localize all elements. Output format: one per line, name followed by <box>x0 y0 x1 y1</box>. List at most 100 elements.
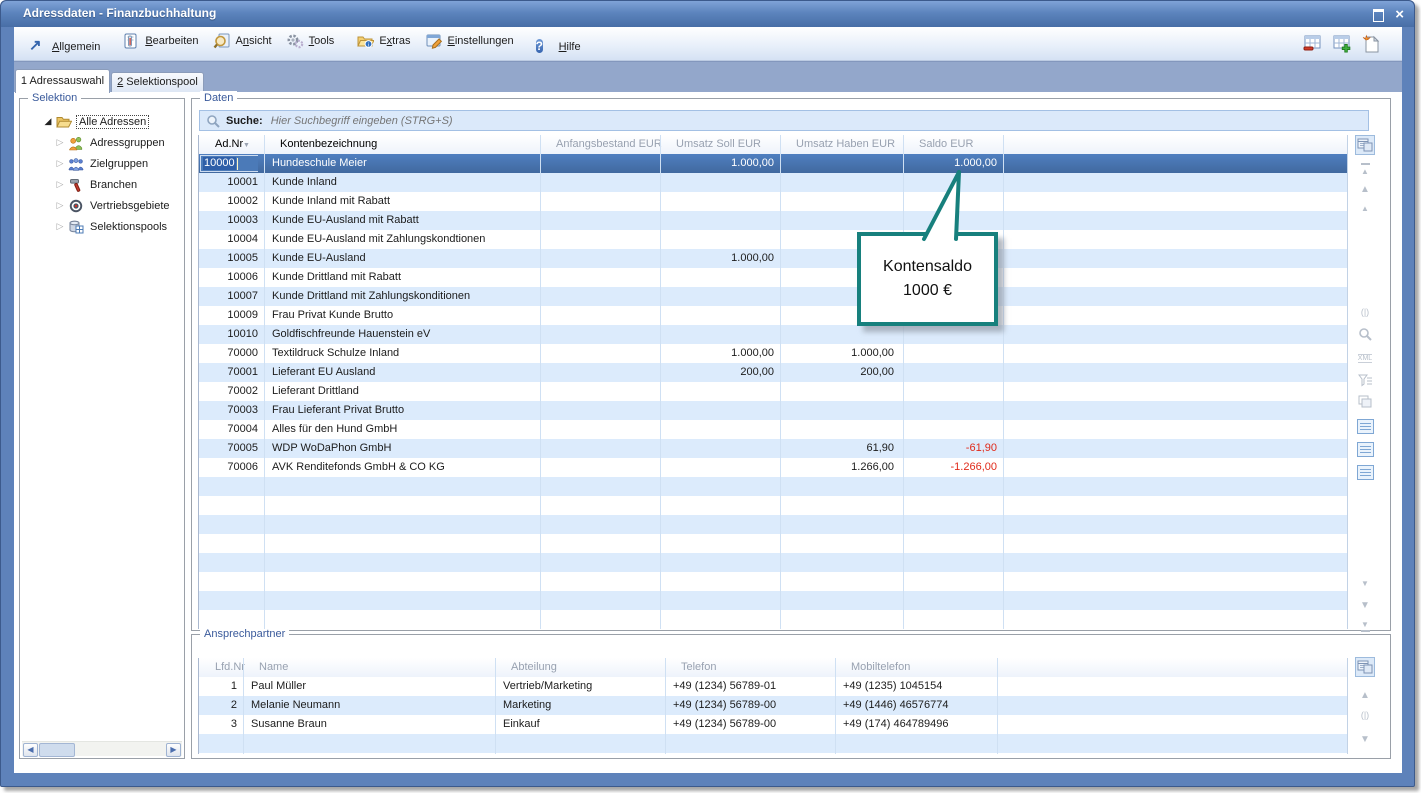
search-zoom-icon[interactable] <box>1355 324 1375 344</box>
column-header-mobiltelefon[interactable]: Mobiltelefon <box>843 658 999 677</box>
group-brackets-icon[interactable]: (|) <box>1355 302 1375 322</box>
contacts-row[interactable]: 1Paul MüllerVertrieb/Marketing+49 (1234)… <box>199 677 1347 696</box>
close-window-button[interactable]: × <box>1395 8 1404 21</box>
tree-item-vertriebsgebiete[interactable]: ▷Vertriebsgebiete <box>20 195 182 216</box>
accounts-row[interactable]: 10010Goldfischfreunde Hauenstein eV <box>199 325 1347 344</box>
collapsed-node-icon[interactable]: ▷ <box>54 200 66 211</box>
menu-einstellungen[interactable]: Einstellungen <box>418 29 521 53</box>
column-separator[interactable] <box>780 135 781 629</box>
layout-view-1-icon[interactable] <box>1355 416 1375 436</box>
collapsed-node-icon[interactable]: ▷ <box>54 137 66 148</box>
collapsed-node-icon[interactable]: ▷ <box>54 158 66 169</box>
accounts-row[interactable]: 70004Alles für den Hund GmbH <box>199 420 1347 439</box>
scroll-prev-icon[interactable]: ▲ <box>1355 198 1375 218</box>
column-header-[interactable] <box>1005 658 1348 677</box>
column-separator[interactable] <box>540 135 541 629</box>
tree-item-zielgruppen[interactable]: ▷Zielgruppen <box>20 153 182 174</box>
column-header-umsatz-soll-eur[interactable]: Umsatz Soll EUR <box>668 135 782 154</box>
scroll-right-icon[interactable]: ▶ <box>166 743 181 757</box>
daten-group-title: Daten <box>200 91 237 105</box>
menu-label: Allgemein <box>52 41 100 53</box>
accounts-row[interactable]: 10005Kunde EU-Ausland1.000,00 <box>199 249 1347 268</box>
accounts-cell-haben <box>780 401 894 420</box>
collapsed-node-icon[interactable]: ▷ <box>54 221 66 232</box>
column-chooser-icon[interactable] <box>1355 657 1375 677</box>
scroll-down-icon[interactable]: ▼ <box>1355 729 1375 749</box>
column-header-[interactable] <box>1011 135 1348 154</box>
tab-adressauswahl[interactable]: 1 Adressauswahl <box>15 69 110 93</box>
accounts-row[interactable]: 10002Kunde Inland mit Rabatt <box>199 192 1347 211</box>
menu-allgemein[interactable]: ↗Allgemein <box>22 35 107 59</box>
xml-icon[interactable]: XML <box>1355 348 1375 368</box>
accounts-row[interactable]: 10004Kunde EU-Ausland mit Zahlungskondti… <box>199 230 1347 249</box>
accounts-row[interactable]: 10007Kunde Drittland mit Zahlungskonditi… <box>199 287 1347 306</box>
contacts-row[interactable]: 3Susanne BraunEinkauf+49 (1234) 56789-00… <box>199 715 1347 734</box>
column-separator[interactable] <box>495 658 496 754</box>
column-header-umsatz-haben-eur[interactable]: Umsatz Haben EUR <box>788 135 902 154</box>
column-header-name[interactable]: Name <box>251 658 495 677</box>
filter-icon[interactable] <box>1355 370 1375 390</box>
contacts-row[interactable]: 2Melanie NeumannMarketing+49 (1234) 5678… <box>199 696 1347 715</box>
scroll-first-icon[interactable]: ▲ <box>1355 159 1375 179</box>
tree-item-alle-adressen[interactable]: ◢Alle Adressen <box>20 111 182 132</box>
table-remove-icon[interactable] <box>1302 33 1324 55</box>
accounts-row[interactable]: 10006Kunde Drittland mit Rabatt <box>199 268 1347 287</box>
column-header-saldo-eur[interactable]: Saldo EUR <box>911 135 1009 154</box>
new-page-icon[interactable] <box>1360 33 1382 55</box>
tree-horizontal-scrollbar[interactable]: ◀ ▶ <box>22 741 182 756</box>
column-separator[interactable] <box>665 658 666 754</box>
tree-item-selektionspools[interactable]: ▷Selektionspools <box>20 216 182 237</box>
column-separator[interactable] <box>997 658 998 754</box>
accounts-row[interactable]: 70005WDP WoDaPhon GmbH61,90-61,90 <box>199 439 1347 458</box>
accounts-row[interactable]: 10009Frau Privat Kunde Brutto <box>199 306 1347 325</box>
scroll-up-icon[interactable]: ▲ <box>1355 685 1375 705</box>
accounts-row[interactable]: 10000Hundeschule Meier1.000,001.000,00 <box>199 154 1347 173</box>
column-separator[interactable] <box>903 135 904 629</box>
restore-window-button[interactable] <box>1371 8 1386 21</box>
column-chooser-icon[interactable] <box>1355 135 1375 155</box>
accounts-row[interactable]: 10001Kunde Inland <box>199 173 1347 192</box>
scroll-up-icon[interactable]: ▲ <box>1355 179 1375 199</box>
scroll-left-icon[interactable]: ◀ <box>23 743 38 757</box>
collapsed-node-icon[interactable]: ▷ <box>54 179 66 190</box>
layout-view-3-icon[interactable] <box>1355 462 1375 482</box>
title-bar[interactable]: Adressdaten - Finanzbuchhaltung × <box>1 1 1414 27</box>
menu-ansicht[interactable]: Ansicht <box>206 29 279 53</box>
accounts-row[interactable]: 70001Lieferant EU Ausland200,00200,00 <box>199 363 1347 382</box>
accounts-row[interactable]: 70006AVK Renditefonds GmbH & CO KG1.266,… <box>199 458 1347 477</box>
menu-extras[interactable]: iExtras <box>349 29 417 53</box>
expanded-node-icon[interactable]: ◢ <box>42 116 54 127</box>
copy-rows-icon[interactable] <box>1355 392 1375 412</box>
accounts-row[interactable]: 70000Textildruck Schulze Inland1.000,001… <box>199 344 1347 363</box>
inline-cell-editor[interactable]: 10000 <box>200 155 258 172</box>
column-header-lfd-nr-[interactable]: Lfd.Nr. <box>207 658 245 677</box>
group-brackets-icon[interactable]: (|) <box>1355 705 1375 725</box>
column-header-ad-nr[interactable]: Ad.Nr <box>207 135 265 154</box>
scrollbar-thumb[interactable] <box>39 743 75 757</box>
column-header-telefon[interactable]: Telefon <box>673 658 837 677</box>
column-separator[interactable] <box>243 658 244 754</box>
scroll-last-icon[interactable]: ▼ <box>1355 615 1375 635</box>
accounts-row[interactable]: 70003Frau Lieferant Privat Brutto <box>199 401 1347 420</box>
accounts-row[interactable]: 10003Kunde EU-Ausland mit Rabatt <box>199 211 1347 230</box>
menu-bearbeiten[interactable]: Bearbeiten <box>115 29 205 53</box>
search-input[interactable] <box>269 114 1362 128</box>
menu-hilfe[interactable]: ?Hilfe <box>529 35 588 59</box>
column-header-anfangsbestand-eur[interactable]: Anfangsbestand EUR <box>548 135 662 154</box>
column-separator[interactable] <box>660 135 661 629</box>
tree-item-branchen[interactable]: ▷Branchen <box>20 174 182 195</box>
table-add-icon[interactable] <box>1331 33 1353 55</box>
column-separator[interactable] <box>835 658 836 754</box>
accounts-cell-name: Frau Privat Kunde Brutto <box>272 306 534 325</box>
menu-tools[interactable]: Tools <box>279 29 342 53</box>
tree-item-adressgruppen[interactable]: ▷Adressgruppen <box>20 132 182 153</box>
tab-selektionspool[interactable]: 2 Selektionspool <box>111 72 204 93</box>
column-header-abteilung[interactable]: Abteilung <box>503 658 667 677</box>
layout-view-2-icon[interactable] <box>1355 439 1375 459</box>
column-header-kontenbezeichnung[interactable]: Kontenbezeichnung <box>272 135 540 154</box>
scroll-down-icon[interactable]: ▼ <box>1355 595 1375 615</box>
accounts-row[interactable]: 70002Lieferant Drittland <box>199 382 1347 401</box>
column-separator[interactable] <box>1003 135 1004 629</box>
column-separator[interactable] <box>264 135 265 629</box>
scroll-next-icon[interactable]: ▼ <box>1355 573 1375 593</box>
